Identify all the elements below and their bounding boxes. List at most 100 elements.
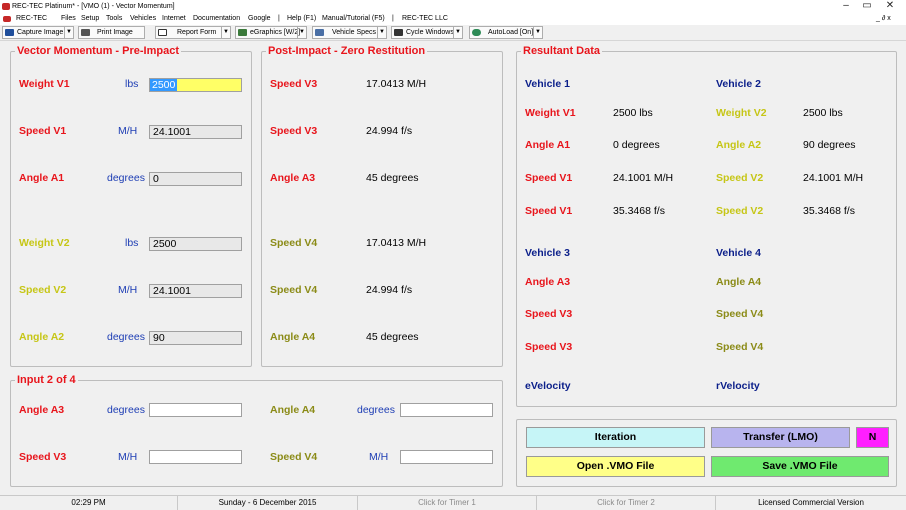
report-form-button[interactable]: Report Form ▼	[155, 26, 231, 39]
menu-tools[interactable]: Tools	[106, 13, 122, 25]
speed-v2-label: Speed V2	[19, 284, 67, 296]
post-angle-a3-label: Angle A3	[270, 172, 316, 184]
menu-manual[interactable]: Manual/Tutorial (F5)	[322, 13, 385, 25]
post-impact-group: Post-Impact - Zero Restitution	[261, 45, 503, 367]
egraphics-button[interactable]: eGraphics [W/2] ▼	[235, 26, 307, 39]
post-angle-a3-value: 45 degrees	[366, 172, 419, 184]
chevron-down-icon[interactable]: ▼	[297, 27, 306, 38]
input-angle-a3-label: Angle A3	[19, 404, 65, 416]
post-angle-a4-value: 45 degrees	[366, 331, 419, 343]
menu-documentation[interactable]: Documentation	[193, 13, 240, 25]
weight-v1-value: 2500	[150, 79, 178, 91]
menu-setup[interactable]: Setup	[81, 13, 99, 25]
weight-v1-unit: lbs	[125, 78, 139, 90]
evelocity-label: eVelocity	[525, 380, 571, 392]
speed-v2-unit: M/H	[118, 284, 138, 296]
res-angle-a2-label: Angle A2	[716, 139, 762, 151]
input-angle-a4-label: Angle A4	[270, 404, 316, 416]
post-speed-v4-fps-value: 24.994 f/s	[366, 284, 413, 296]
transfer-lmo-button[interactable]: Transfer (LMO)	[711, 427, 850, 448]
vehicle-3-heading: Vehicle 3	[525, 247, 570, 259]
input-angle-a4-field[interactable]	[400, 403, 493, 417]
binoculars-icon	[394, 29, 403, 36]
weight-v1-label: Weight V1	[19, 78, 70, 90]
menu-vehicles[interactable]: Vehicles	[130, 13, 156, 25]
status-bar: 02:29 PM Sunday - 6 December 2015 Click …	[0, 495, 906, 510]
chevron-down-icon[interactable]: ▼	[533, 27, 542, 38]
cycle-windows-button[interactable]: Cycle Windows ▼	[391, 26, 463, 39]
res-speed-v2-mph-value: 24.1001 M/H	[803, 172, 864, 184]
vehicle-specs-label: Vehicle Specs	[332, 29, 376, 36]
minimize-button[interactable]: –	[836, 0, 856, 13]
input-angle-a3-unit: degrees	[107, 404, 145, 416]
autoload-icon	[472, 29, 481, 36]
chevron-down-icon[interactable]: ▼	[64, 27, 73, 38]
res-weight-v1-value: 2500 lbs	[613, 107, 653, 119]
menu-rec-tec-llc[interactable]: REC-TEC LLC	[402, 13, 448, 25]
title-bar: REC-TEC Platinum* - [VMO (1) - Vector Mo…	[0, 0, 906, 13]
input-speed-v3-unit: M/H	[118, 451, 138, 463]
menu-internet[interactable]: Internet	[162, 13, 186, 25]
pre-impact-group: Vector Momentum - Pre-Impact	[10, 45, 252, 367]
vehicle-1-heading: Vehicle 1	[525, 78, 570, 90]
input-angle-a3-field[interactable]	[149, 403, 242, 417]
capture-image-label: Capture Image	[17, 29, 64, 36]
res-speed-v1-mph-value: 24.1001 M/H	[613, 172, 674, 184]
report-form-label: Report Form	[177, 29, 217, 36]
res-angle-a1-value: 0 degrees	[613, 139, 660, 151]
input-speed-v3-field[interactable]	[149, 450, 242, 464]
res-angle-a2-value: 90 degrees	[803, 139, 856, 151]
post-speed-v4-mph-value: 17.0413 M/H	[366, 237, 427, 249]
vehicle-specs-button[interactable]: Vehicle Specs ▼	[312, 26, 387, 39]
menu-rec-tec[interactable]: REC-TEC	[16, 13, 47, 25]
print-image-button[interactable]: Print Image	[78, 26, 145, 39]
printer-icon	[81, 29, 90, 36]
app-icon	[2, 3, 10, 10]
res-angle-a4-label: Angle A4	[716, 276, 762, 288]
angle-a2-input[interactable]: 90	[149, 331, 242, 345]
close-button[interactable]: ✕	[880, 0, 900, 13]
res-speed-v3-fps-label: Speed V3	[525, 341, 573, 353]
speed-v2-input[interactable]: 24.1001	[149, 284, 242, 298]
chevron-down-icon[interactable]: ▼	[377, 27, 386, 38]
speed-v1-unit: M/H	[118, 125, 138, 137]
post-speed-v3-fps-label: Speed V3	[270, 125, 318, 137]
weight-v2-label: Weight V2	[19, 237, 70, 249]
res-speed-v2-fps-value: 35.3468 f/s	[803, 205, 855, 217]
status-time: 02:29 PM	[0, 496, 178, 510]
menu-help[interactable]: Help (F1)	[287, 13, 316, 25]
weight-v2-input[interactable]: 2500	[149, 237, 242, 251]
input-speed-v4-unit: M/H	[369, 451, 389, 463]
autoload-button[interactable]: AutoLoad [On] ▼	[469, 26, 543, 39]
mdi-controls[interactable]: _ ∂ x	[876, 13, 891, 25]
chevron-down-icon[interactable]: ▼	[453, 27, 462, 38]
capture-image-button[interactable]: Capture Image ▼	[2, 26, 74, 39]
res-speed-v4-mph-label: Speed V4	[716, 308, 764, 320]
menu-bar: REC-TEC Files Setup Tools Vehicles Inter…	[0, 13, 906, 25]
input-speed-v4-label: Speed V4	[270, 451, 318, 463]
open-vmo-button[interactable]: Open .VMO File	[526, 456, 705, 477]
res-speed-v4-fps-label: Speed V4	[716, 341, 764, 353]
angle-a1-input[interactable]: 0	[149, 172, 242, 186]
input-speed-v3-label: Speed V3	[19, 451, 67, 463]
res-speed-v1-mph-label: Speed V1	[525, 172, 573, 184]
speed-v1-input[interactable]: 24.1001	[149, 125, 242, 139]
menu-files[interactable]: Files	[61, 13, 76, 25]
angle-a2-unit: degrees	[107, 331, 145, 343]
timer-1-button[interactable]: Click for Timer 1	[358, 496, 537, 510]
menu-google[interactable]: Google	[248, 13, 271, 25]
n-button[interactable]: N	[856, 427, 889, 448]
res-speed-v2-fps-label: Speed V2	[716, 205, 764, 217]
post-speed-v4-fps-label: Speed V4	[270, 284, 318, 296]
input-speed-v4-field[interactable]	[400, 450, 493, 464]
res-weight-v1-label: Weight V1	[525, 107, 576, 119]
save-vmo-button[interactable]: Save .VMO File	[711, 456, 889, 477]
document-icon	[158, 29, 167, 36]
maximize-button[interactable]: ▭	[857, 0, 877, 13]
timer-2-button[interactable]: Click for Timer 2	[537, 496, 716, 510]
print-image-label: Print Image	[97, 29, 133, 36]
autoload-label: AutoLoad [On]	[488, 29, 534, 36]
chevron-down-icon[interactable]: ▼	[221, 27, 230, 38]
iteration-button[interactable]: Iteration	[526, 427, 705, 448]
weight-v1-input[interactable]: 2500	[149, 78, 242, 92]
